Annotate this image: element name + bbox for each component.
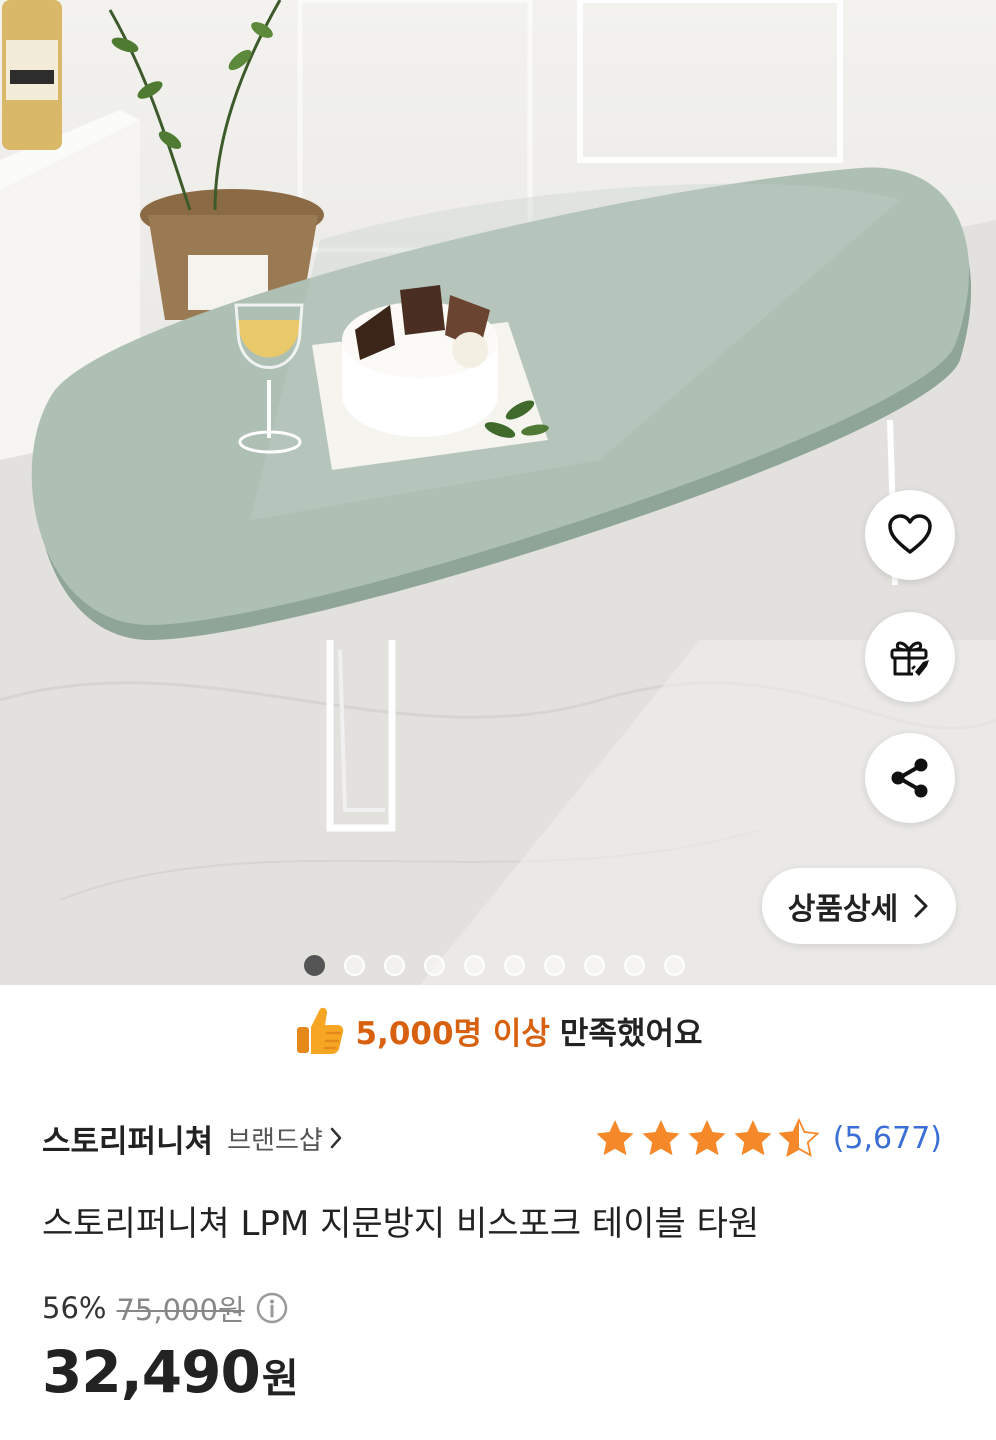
star-icon	[688, 1120, 726, 1156]
carousel-dot[interactable]	[664, 955, 685, 976]
gift-icon	[890, 641, 929, 676]
brand-shop-label: 브랜드샵	[227, 1125, 323, 1156]
original-price-row: 56% 75,000원	[42, 1287, 289, 1329]
star-icon	[596, 1120, 634, 1156]
info-icon[interactable]	[255, 1291, 289, 1325]
product-detail-button[interactable]: 상품상세	[762, 868, 956, 944]
satisfaction-count: 5,000명 이상	[355, 1015, 550, 1052]
brand-rating-row: 스토리퍼니쳐 브랜드샵 (5,677)	[42, 1110, 942, 1166]
carousel-dot[interactable]	[544, 955, 565, 976]
star-icon	[734, 1120, 772, 1156]
sale-price-value: 32,490	[42, 1338, 261, 1406]
carousel-indicator	[304, 955, 685, 976]
carousel-dot[interactable]	[344, 955, 365, 976]
rating[interactable]: (5,677)	[593, 1117, 942, 1159]
chevron-right-icon	[330, 1127, 342, 1149]
brand-shop-link[interactable]: 브랜드샵	[227, 1120, 343, 1157]
heart-icon	[888, 514, 932, 554]
product-image[interactable]: 상품상세	[0, 0, 996, 985]
brand-name[interactable]: 스토리퍼니쳐	[42, 1116, 213, 1161]
carousel-dot[interactable]	[624, 955, 645, 976]
star-half-icon	[778, 1117, 820, 1158]
sale-price: 32,490 원	[42, 1338, 299, 1406]
carousel-dot[interactable]	[384, 955, 405, 976]
product-title: 스토리퍼니쳐 LPM 지문방지 비스포크 테이블 타원	[42, 1204, 760, 1244]
satisfaction-text: 만족했어요	[559, 1015, 703, 1052]
carousel-dot[interactable]	[464, 955, 485, 976]
share-button[interactable]	[865, 733, 955, 823]
discount-rate: 56%	[42, 1291, 107, 1325]
star-icon	[642, 1120, 680, 1156]
sale-price-unit: 원	[261, 1356, 299, 1402]
carousel-dot[interactable]	[584, 955, 605, 976]
like-button[interactable]	[865, 490, 955, 580]
carousel-dot[interactable]	[504, 955, 525, 976]
original-price: 75,000원	[116, 1293, 245, 1327]
gift-button[interactable]	[865, 612, 955, 702]
share-icon	[891, 758, 928, 798]
review-count[interactable]: (5,677)	[833, 1121, 942, 1156]
thumbs-up-icon	[297, 1007, 344, 1054]
satisfaction-banner: 5,000명 이상 만족했어요	[0, 985, 996, 1075]
product-photo	[0, 0, 996, 985]
product-detail-label: 상품상세	[787, 892, 899, 927]
carousel-dot[interactable]	[304, 955, 325, 976]
chevron-right-icon	[914, 894, 928, 918]
carousel-dot[interactable]	[424, 955, 445, 976]
